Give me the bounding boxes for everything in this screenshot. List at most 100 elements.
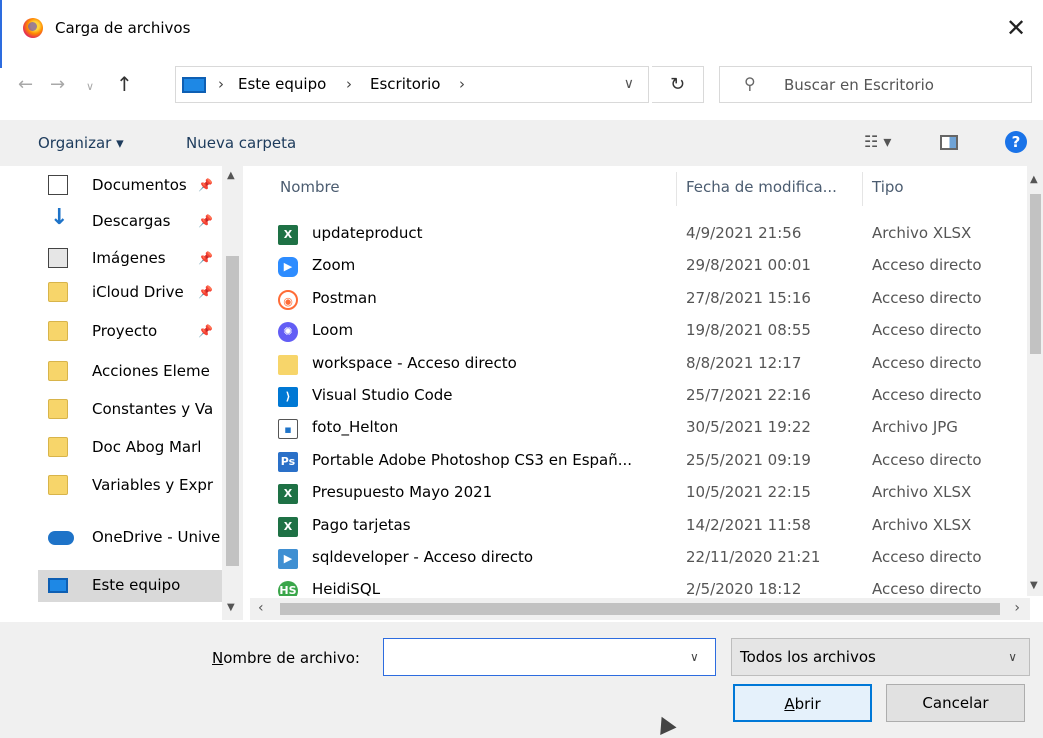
file-date: 25/7/2021 22:16 [686,386,811,404]
scroll-thumb[interactable] [226,256,239,566]
folder-icon [48,399,68,419]
file-name: Zoom [312,256,356,275]
file-name: Visual Studio Code [312,386,453,404]
scroll-thumb[interactable] [1030,194,1041,354]
file-row[interactable]: ▶ Zoom 29/8/2021 00:01 Acceso directo [250,252,1030,282]
file-name: Postman [312,288,377,307]
nav-item-label: Doc Abog Marl [92,438,202,456]
column-divider[interactable] [862,172,863,206]
search-box[interactable]: ⚲ Buscar en Escritorio [719,66,1032,103]
refresh-icon[interactable]: ↻ [652,66,704,103]
file-list-horizontal-scrollbar[interactable]: ‹ › [250,598,1030,620]
column-header-type[interactable]: Tipo [872,178,904,196]
change-view-icon[interactable]: ☷ ▾ [864,132,891,151]
scroll-left-icon[interactable]: ‹ [258,600,264,616]
scroll-down-icon[interactable]: ▼ [1030,580,1038,591]
back-arrow-icon[interactable]: ← [18,74,33,95]
filename-input[interactable] [383,638,716,676]
file-row[interactable]: ✺ Loom 19/8/2021 08:55 Acceso directo [250,317,1030,347]
up-arrow-icon[interactable]: ↑ [116,72,133,96]
file-type-select[interactable]: Todos los archivos ∨ [731,638,1030,676]
file-type: Archivo XLSX [872,515,972,534]
scroll-up-icon[interactable]: ▲ [227,170,235,181]
nav-item[interactable]: Doc Abog Marl [38,432,238,464]
file-row[interactable]: ▶ sqldeveloper - Acceso directo 22/11/2020… [250,544,1030,574]
pin-icon[interactable]: 📌 [198,324,213,338]
nav-item[interactable]: Imágenes 📌 [38,243,238,275]
open-button-text: brir [794,695,821,713]
nav-item[interactable]: Constantes y Va [38,394,238,426]
nav-item[interactable]: iCloud Drive 📌 [38,277,238,309]
file-row[interactable]: workspace - Acceso directo 8/8/2021 12:17… [250,350,1030,380]
file-name: Presupuesto Mayo 2021 [312,483,493,502]
file-type: Archivo XLSX [872,483,972,502]
scroll-thumb[interactable] [280,603,1000,615]
file-date: 19/8/2021 08:55 [686,321,811,340]
file-type: Acceso directo [872,386,982,404]
scroll-down-icon[interactable]: ▼ [227,602,235,613]
folder-shortcut-icon [278,354,298,375]
cloud-icon [48,531,74,545]
nav-item-label: OneDrive - Unive [92,528,221,546]
file-type: Acceso directo [872,288,982,307]
preview-pane-icon[interactable] [940,135,958,150]
navigation-scrollbar[interactable]: ▲ ▼ [222,166,243,620]
file-name: Pago tarjetas [312,515,411,534]
nav-item[interactable]: Proyecto 📌 [38,316,238,348]
breadcrumb-escritorio[interactable]: Escritorio [370,75,440,93]
nav-item[interactable]: Este equipo [38,570,238,602]
address-bar[interactable]: › Este equipo › Escritorio › ∨ [175,66,649,103]
scroll-right-icon[interactable]: › [1014,600,1020,616]
folder-icon [48,321,68,341]
breadcrumb-este-equipo[interactable]: Este equipo [238,75,326,93]
excel-icon: X [278,484,298,505]
dialog-footer: Nombre de archivo: ∨ Todos los archivos … [0,622,1043,738]
pin-icon[interactable]: 📌 [198,285,213,299]
recent-locations-chevron-icon[interactable]: ∨ [86,80,94,93]
file-row[interactable]: X Presupuesto Mayo 2021 10/5/2021 22:15 Arc… [250,479,1030,509]
column-header-name[interactable]: Nombre [280,178,340,196]
file-row[interactable]: ⟩ Visual Studio Code 25/7/2021 22:16 Acceso… [250,382,1030,412]
file-type: Archivo XLSX [872,224,972,242]
file-type: Acceso directo [872,321,982,340]
file-name: Loom [312,321,354,340]
cancel-button[interactable]: Cancelar [886,684,1025,722]
file-row[interactable]: ◉ Postman 27/8/2021 15:16 Acceso directo [250,285,1030,315]
organize-button[interactable]: Organizar ▾ [38,134,124,152]
pin-icon[interactable]: 📌 [198,251,213,265]
file-list: Nombre Fecha de modifica... Tipo Xupdate… [250,166,1030,596]
file-date: 30/5/2021 19:22 [686,418,811,437]
pin-icon[interactable]: 📌 [198,214,213,228]
file-date: 10/5/2021 22:15 [686,483,811,502]
nav-item[interactable]: Acciones Eleme [38,356,238,388]
close-icon[interactable]: ✕ [1001,13,1031,43]
nav-item[interactable]: Descargas📌 [38,205,238,238]
open-button[interactable]: Abrir [733,684,872,722]
command-bar: Organizar ▾ Nueva carpeta ☷ ▾ ? [0,120,1043,166]
scroll-up-icon[interactable]: ▲ [1030,174,1038,185]
new-folder-button[interactable]: Nueva carpeta [186,134,296,152]
nav-item[interactable]: OneDrive - Unive [38,522,238,554]
column-divider[interactable] [676,172,677,206]
file-row[interactable]: Ps Portable Adobe Photoshop CS3 en Españ.… [250,447,1030,477]
file-list-vertical-scrollbar[interactable]: ▲ ▼ [1027,166,1043,596]
nav-item[interactable]: Documentos 📌 [38,170,238,202]
pin-icon[interactable]: 📌 [198,178,213,192]
file-date: 2/5/2020 18:12 [686,580,802,596]
folder-icon [48,361,68,381]
filename-dropdown-chevron-icon[interactable]: ∨ [690,650,699,664]
file-row[interactable]: X Pago tarjetas 14/2/2021 11:58 Archivo XLS… [250,512,1030,542]
download-icon [48,205,68,231]
address-dropdown-chevron-icon[interactable]: ∨ [624,76,634,92]
firefox-icon [23,18,43,38]
file-type: Acceso directo [872,548,982,566]
file-row[interactable]: ▪ foto_Helton 30/5/2021 19:22 Archivo JPG [250,414,1030,444]
nav-item[interactable]: Variables y Expr [38,470,238,502]
column-header-date[interactable]: Fecha de modifica... [686,178,837,196]
forward-arrow-icon[interactable]: → [50,74,65,95]
file-row[interactable]: Xupdateproduct 4/9/2021 21:56 Archivo XLSX [250,220,1030,250]
folder-icon [48,437,68,457]
file-row[interactable]: HS HeidiSQL 2/5/2020 18:12 Acceso directo [250,576,1030,596]
help-icon[interactable]: ? [1005,131,1027,153]
computer-icon [48,578,68,593]
